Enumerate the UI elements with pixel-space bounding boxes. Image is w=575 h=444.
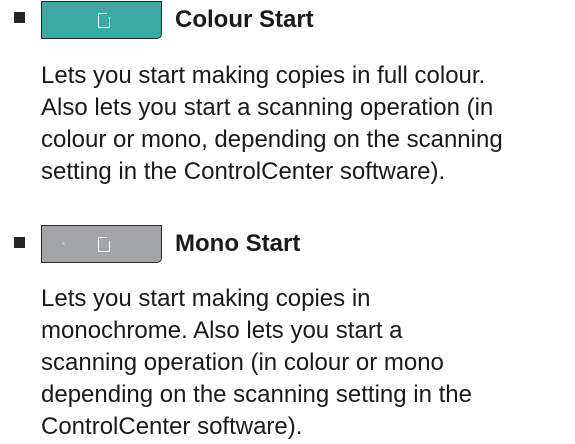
description-line: scanning operation (in colour or mono <box>41 349 444 376</box>
colour-start-key-illustration <box>41 1 162 39</box>
copy-page-icon <box>98 12 111 28</box>
description-line: depending on the scanning setting in the <box>41 381 473 408</box>
description-line: monochrome. Also lets you start a <box>41 317 403 344</box>
bullet-square-icon <box>14 12 25 23</box>
mono-start-title: Mono Start <box>175 230 301 257</box>
description-line: Also lets you start a scanning operation… <box>41 94 494 121</box>
dot-icon <box>62 242 65 245</box>
mono-start-description: Lets you start making copies in monochro… <box>41 283 571 443</box>
description-line: Lets you start making copies in <box>41 285 371 312</box>
description-line: Lets you start making copies in full col… <box>41 62 486 89</box>
colour-start-title: Colour Start <box>175 6 314 33</box>
mono-start-key-illustration <box>41 225 162 263</box>
description-line: setting in the ControlCenter software). <box>41 158 446 185</box>
colour-start-description: Lets you start making copies in full col… <box>41 60 571 188</box>
description-line: colour or mono, depending on the scannin… <box>41 126 503 153</box>
description-line: ControlCenter software). <box>41 413 303 440</box>
bullet-square-icon <box>14 237 25 248</box>
copy-page-icon <box>98 236 111 252</box>
